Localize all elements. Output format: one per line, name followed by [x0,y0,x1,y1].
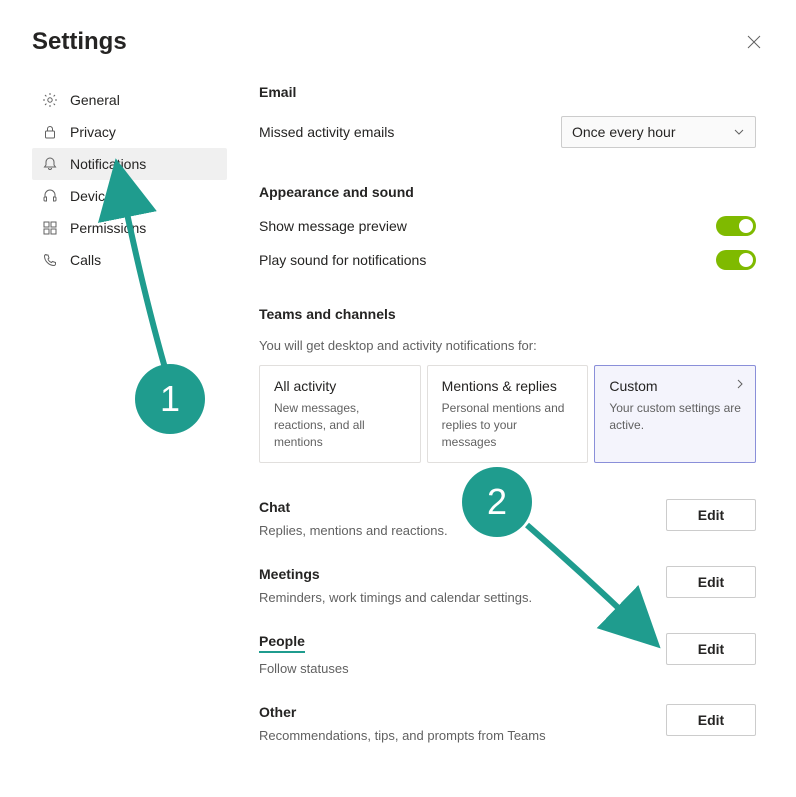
section-desc: Reminders, work timings and calendar set… [259,590,666,605]
section-appearance: Appearance and sound Show message previe… [259,184,756,270]
sidebar-item-label: Privacy [70,124,116,140]
sidebar-item-general[interactable]: General [32,84,227,116]
apps-icon [42,220,58,236]
sidebar-item-permissions[interactable]: Permissions [32,212,227,244]
card-desc: Personal mentions and replies to your me… [442,400,574,450]
teams-card-row: All activity New messages, reactions, an… [259,365,756,463]
sidebar: General Privacy Notifications Devices Pe… [32,84,227,771]
header: Settings [32,28,764,56]
sidebar-item-label: Notifications [70,156,146,172]
section-desc: Replies, mentions and reactions. [259,523,666,538]
card-all-activity[interactable]: All activity New messages, reactions, an… [259,365,421,463]
sidebar-item-label: Permissions [70,220,146,236]
card-title: All activity [274,378,406,394]
email-missed-row: Missed activity emails Once every hour [259,116,756,148]
sidebar-item-privacy[interactable]: Privacy [32,116,227,148]
card-title: Custom [609,378,741,394]
sidebar-item-label: Calls [70,252,101,268]
content: Email Missed activity emails Once every … [259,84,764,771]
annotation-badge-1: 1 [135,364,205,434]
close-button[interactable] [744,32,764,52]
edit-people-button[interactable]: Edit [666,633,756,665]
preview-toggle[interactable] [716,216,756,236]
sidebar-item-devices[interactable]: Devices [32,180,227,212]
row-label: Missed activity emails [259,124,394,140]
section-desc: Follow statuses [259,661,666,676]
card-desc: New messages, reactions, and all mention… [274,400,406,450]
section-desc: Recommendations, tips, and prompts from … [259,728,666,743]
section-title: Appearance and sound [259,184,756,200]
bell-icon [42,156,58,172]
preview-row: Show message preview [259,216,756,236]
section-title: Other [259,704,296,720]
sound-toggle[interactable] [716,250,756,270]
section-people: People Follow statuses Edit [259,633,756,676]
main-layout: General Privacy Notifications Devices Pe… [32,84,764,771]
page-title: Settings [32,28,127,56]
section-email: Email Missed activity emails Once every … [259,84,756,148]
sidebar-item-notifications[interactable]: Notifications [32,148,227,180]
close-icon [747,35,761,49]
section-teams: Teams and channels You will get desktop … [259,306,756,463]
section-title: Email [259,84,756,100]
section-title: Teams and channels [259,306,756,322]
row-label: Show message preview [259,218,407,234]
section-title: Meetings [259,566,320,582]
lock-icon [42,124,58,140]
edit-chat-button[interactable]: Edit [666,499,756,531]
row-label: Play sound for notifications [259,252,426,268]
section-desc: You will get desktop and activity notifi… [259,338,756,353]
chevron-right-icon [735,379,745,389]
card-custom[interactable]: Custom Your custom settings are active. [594,365,756,463]
section-title: Chat [259,499,290,515]
edit-other-button[interactable]: Edit [666,704,756,736]
sound-row: Play sound for notifications [259,250,756,270]
headphones-icon [42,188,58,204]
email-frequency-dropdown[interactable]: Once every hour [561,116,756,148]
edit-meetings-button[interactable]: Edit [666,566,756,598]
chevron-down-icon [733,126,745,138]
phone-icon [42,252,58,268]
dropdown-value: Once every hour [572,124,676,140]
card-mentions[interactable]: Mentions & replies Personal mentions and… [427,365,589,463]
section-title: People [259,633,305,653]
sidebar-item-label: Devices [70,188,120,204]
section-meetings: Meetings Reminders, work timings and cal… [259,566,756,605]
card-title: Mentions & replies [442,378,574,394]
annotation-badge-2: 2 [462,467,532,537]
gear-icon [42,92,58,108]
section-other: Other Recommendations, tips, and prompts… [259,704,756,743]
sidebar-item-label: General [70,92,120,108]
sidebar-item-calls[interactable]: Calls [32,244,227,276]
card-desc: Your custom settings are active. [609,400,741,434]
